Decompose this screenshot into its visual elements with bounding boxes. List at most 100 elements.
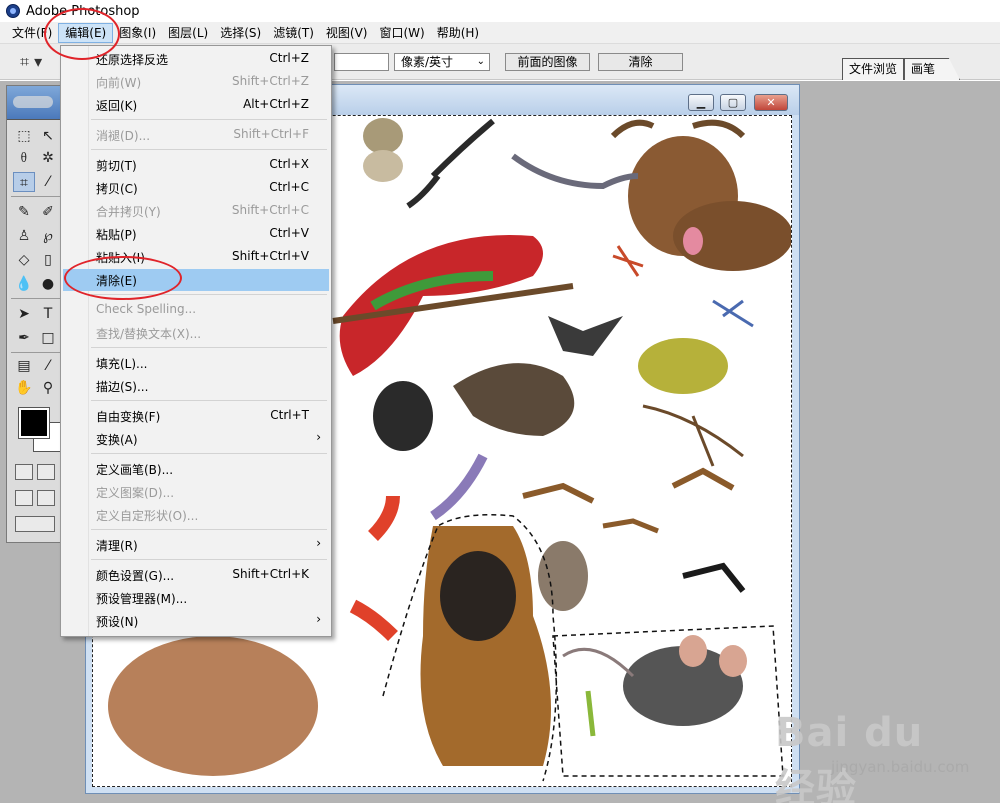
screen-mode-standard-icon[interactable] (15, 490, 33, 506)
menu-item-label: 描边(S)... (96, 380, 149, 394)
menu-item-step-forward[interactable]: 向前(W) Shift+Ctrl+Z (63, 71, 329, 93)
clear-options-button[interactable]: 清除 (598, 53, 683, 71)
resolution-field[interactable] (334, 53, 389, 71)
menu-item-check-spelling[interactable]: Check Spelling... (63, 299, 329, 321)
menu-image[interactable]: 图象(I) (113, 23, 162, 43)
dragonfly-image (712, 299, 754, 328)
notes-tool-icon[interactable]: ▤ (13, 356, 35, 376)
pen-tool-icon[interactable]: ✒ (13, 328, 35, 348)
menu-item-stroke[interactable]: 描边(S)... (63, 375, 329, 397)
menu-item-purge[interactable]: 清理(R) › (63, 534, 329, 556)
menu-item-preset-manager[interactable]: 预设管理器(M)... (63, 587, 329, 609)
menu-item-label: 定义画笔(B)... (96, 463, 174, 477)
menu-item-copy[interactable]: 拷贝(C) Ctrl+C (63, 177, 329, 199)
front-image-button[interactable]: 前面的图像 (505, 53, 590, 71)
chevron-right-icon: › (316, 430, 321, 444)
menu-select[interactable]: 选择(S) (214, 23, 267, 43)
slice-tool-icon[interactable]: ⁄ (37, 172, 59, 192)
crop-tool-icon[interactable]: ⌗ (13, 172, 35, 192)
menu-item-transform[interactable]: 变换(A) › (63, 428, 329, 450)
screen-mode-full-icon[interactable] (37, 490, 55, 506)
clone-stamp-tool-icon[interactable]: ♙ (13, 226, 35, 246)
toolbox-divider (11, 196, 61, 197)
edit-menu-dropdown: 还原选择反选 Ctrl+Z 向前(W) Shift+Ctrl+Z 返回(K) A… (60, 45, 332, 637)
tab-brushes[interactable]: 画笔 (904, 58, 961, 80)
menu-help[interactable]: 帮助(H) (431, 23, 485, 43)
bird-image (522, 482, 595, 504)
brush-tool-icon[interactable]: ✐ (37, 202, 59, 222)
menu-separator (91, 400, 327, 401)
blur-tool-icon[interactable]: 💧 (13, 274, 35, 294)
menu-item-label: 剪切(T) (96, 159, 137, 173)
menu-item-label: 粘贴(P) (96, 228, 137, 242)
dodge-tool-icon[interactable]: ● (37, 274, 59, 294)
seagull-image (406, 118, 495, 209)
title-bar: Adobe Photoshop (0, 0, 1000, 22)
german-shepherd-image (382, 514, 558, 782)
menu-item-copy-merged[interactable]: 合并拷贝(Y) Shift+Ctrl+C (63, 200, 329, 222)
minimize-icon[interactable]: ▁ (688, 94, 714, 111)
toolbox-header (7, 86, 63, 120)
menu-separator (91, 559, 327, 560)
hand-tool-icon[interactable]: ✋ (13, 378, 35, 398)
maximize-icon[interactable]: ▢ (720, 94, 746, 111)
magic-wand-tool-icon[interactable]: ✲ (37, 148, 59, 168)
eyedropper-tool-icon[interactable]: ⁄ (37, 356, 59, 376)
menu-window[interactable]: 窗口(W) (373, 23, 430, 43)
toolbox-divider (11, 298, 61, 299)
shape-tool-icon[interactable]: □ (37, 328, 59, 348)
photoshop-app-icon (6, 4, 20, 18)
foreground-color-swatch[interactable] (18, 407, 50, 439)
palette-well: 文件浏览 画笔 (842, 52, 961, 80)
menu-item-fade[interactable]: 消褪(D)... Shift+Ctrl+F (63, 124, 329, 146)
menu-item-paste[interactable]: 粘贴(P) Ctrl+V (63, 223, 329, 245)
menu-item-color-settings[interactable]: 颜色设置(G)... Shift+Ctrl+K (63, 564, 329, 586)
menu-file[interactable]: 文件(F) (6, 23, 58, 43)
crop-tool-preset-icon[interactable]: ⌗ ▾ (20, 52, 60, 72)
gradient-tool-icon[interactable]: ▯ (37, 250, 59, 270)
close-icon[interactable]: ✕ (754, 94, 788, 111)
menu-item-find-replace[interactable]: 查找/替换文本(X)... (63, 322, 329, 344)
menu-layer[interactable]: 图层(L) (162, 23, 214, 43)
healing-brush-tool-icon[interactable]: ✎ (13, 202, 35, 222)
eraser-tool-icon[interactable]: ◇ (13, 250, 35, 270)
menu-item-shortcut: Shift+Ctrl+Z (232, 74, 309, 88)
zoom-tool-icon[interactable]: ⚲ (37, 378, 59, 398)
menu-filter[interactable]: 滤镜(T) (267, 23, 320, 43)
path-selection-tool-icon[interactable]: ➤ (13, 304, 35, 324)
standard-mode-icon[interactable] (15, 464, 33, 480)
menu-item-clear[interactable]: 清除(E) (63, 269, 329, 291)
lasso-tool-icon[interactable]: ᦲ (13, 148, 35, 168)
menu-edit[interactable]: 编辑(E) (58, 22, 114, 43)
menu-view[interactable]: 视图(V) (320, 23, 374, 43)
menu-item-label: 还原选择反选 (96, 53, 169, 67)
marquee-tool-icon[interactable]: ⬚ (13, 126, 35, 146)
goose-image (453, 363, 575, 436)
menu-item-label: Check Spelling... (96, 302, 197, 316)
type-tool-icon[interactable]: T (37, 304, 59, 324)
menu-item-free-transform[interactable]: 自由变换(F) Ctrl+T (63, 405, 329, 427)
swallow-silhouette-image (682, 562, 746, 593)
menu-item-presets[interactable]: 预设(N) › (63, 610, 329, 632)
menu-item-step-backward[interactable]: 返回(K) Alt+Ctrl+Z (63, 94, 329, 116)
menu-item-undo[interactable]: 还原选择反选 Ctrl+Z (63, 48, 329, 70)
menu-item-shortcut: Shift+Ctrl+V (232, 249, 309, 263)
unit-select-value: 像素/英寸 (401, 55, 454, 69)
menu-item-define-brush[interactable]: 定义画笔(B)... (63, 458, 329, 480)
menu-item-define-pattern[interactable]: 定义图案(D)... (63, 481, 329, 503)
unit-select[interactable]: 像素/英寸 ⌄ (394, 53, 490, 71)
menu-item-label: 返回(K) (96, 99, 138, 113)
quick-mask-mode-icon[interactable] (37, 464, 55, 480)
history-brush-tool-icon[interactable]: ℘ (37, 226, 59, 246)
tab-file-browser[interactable]: 文件浏览 (842, 58, 905, 80)
menu-item-fill[interactable]: 填充(L)... (63, 352, 329, 374)
menu-item-paste-into[interactable]: 粘贴入(I) Shift+Ctrl+V (63, 246, 329, 268)
move-tool-icon[interactable]: ↖ (37, 126, 59, 146)
menu-item-cut[interactable]: 剪切(T) Ctrl+X (63, 154, 329, 176)
menu-item-label: 粘贴入(I) (96, 251, 145, 265)
menu-item-label: 预设(N) (96, 615, 139, 629)
menu-item-define-custom-shape[interactable]: 定义自定形状(O)... (63, 504, 329, 526)
jump-to-imageready-icon[interactable] (15, 516, 55, 532)
menu-item-label: 消褪(D)... (96, 129, 151, 143)
menu-item-label: 向前(W) (96, 76, 142, 90)
